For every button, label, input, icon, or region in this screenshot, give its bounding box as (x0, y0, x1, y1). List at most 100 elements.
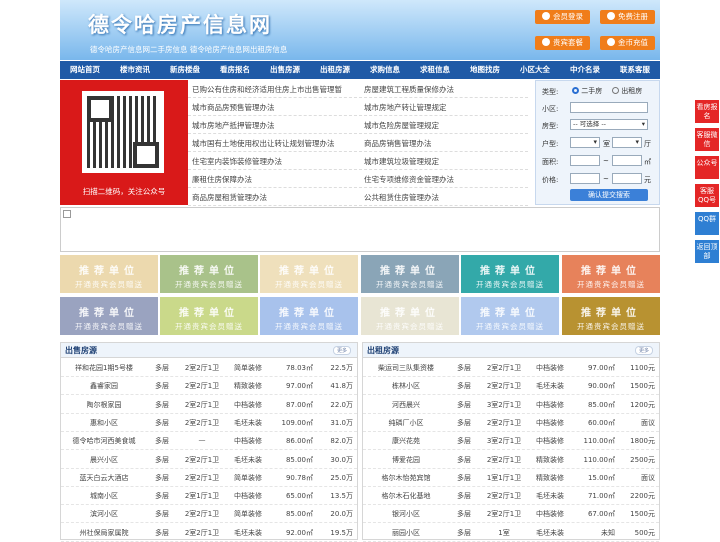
listing-name[interactable]: 柴运司三队集资楼 (367, 363, 445, 373)
policy-link[interactable]: 城市商品房预售管理办法 (192, 102, 275, 113)
register-button[interactable]: 免费注册 (600, 10, 655, 24)
nav-communities[interactable]: 小区大全 (510, 61, 560, 79)
room-select[interactable]: ▾ (570, 137, 600, 148)
policy-link[interactable]: 住宅室内装饰装修管理办法 (192, 156, 282, 167)
listing-name[interactable]: 晨兴小区 (65, 455, 143, 465)
listing-name[interactable]: 银河小区 (367, 509, 445, 519)
policy-link[interactable]: 住宅专项维修资金管理办法 (364, 174, 454, 185)
recommend-tile[interactable]: 推荐单位 开通贵宾会员赠送 (60, 255, 158, 293)
listing-row[interactable]: 河西晨兴 多层 3室2厅1卫 中档装修 85.00㎡ 1200元 (363, 396, 659, 414)
listing-name[interactable]: 城南小区 (65, 491, 143, 501)
listing-row[interactable]: 惠和小区 多层 2室2厅1卫 毛坯未装 109.00㎡ 31.0万 (61, 414, 357, 432)
listing-name[interactable]: 鑫睿家园 (65, 381, 143, 391)
policy-link[interactable]: 城市建筑垃圾管理规定 (364, 156, 439, 167)
policy-link[interactable]: 城市房地产抵押管理办法 (192, 120, 275, 131)
listing-name[interactable]: 蓝天白云大酒店 (65, 473, 143, 483)
recommend-tile[interactable]: 推荐单位 开通贵宾会员赠送 (461, 297, 559, 335)
nav-new-homes[interactable]: 新房楼盘 (160, 61, 210, 79)
listing-name[interactable]: 格尔木石化基地 (367, 491, 445, 501)
sidebar-back-to-top[interactable]: 返回顶部 (695, 240, 719, 263)
listing-row[interactable]: 晨兴小区 多层 2室2厅1卫 毛坯未装 85.00㎡ 30.0万 (61, 451, 357, 469)
listing-row[interactable]: 陶尔根家园 多层 2室2厅1卫 中档装修 87.00㎡ 22.0万 (61, 396, 357, 414)
recharge-button[interactable]: 金币充值 (600, 36, 655, 50)
login-button[interactable]: 会员登录 (535, 10, 590, 24)
sale-more-button[interactable]: 更多 (333, 346, 351, 355)
listing-name[interactable]: 陶尔根家园 (65, 400, 143, 410)
recommend-tile[interactable]: 推荐单位 开通贵宾会员赠送 (461, 255, 559, 293)
area-min-input[interactable] (570, 155, 600, 166)
listing-name[interactable]: 祥和花园1期5号楼 (65, 363, 143, 373)
recommend-tile[interactable]: 推荐单位 开通贵宾会员赠送 (361, 297, 459, 335)
listing-row[interactable]: 纯磷厂小区 多层 2室2厅1卫 中档装修 60.00㎡ 面议 (363, 414, 659, 432)
recommend-tile[interactable]: 推荐单位 开通贵宾会员赠送 (361, 255, 459, 293)
nav-agents[interactable]: 中介名录 (560, 61, 610, 79)
hall-select[interactable]: ▾ (612, 137, 642, 148)
recommend-tile[interactable]: 推荐单位 开通贵宾会员赠送 (260, 255, 358, 293)
listing-row[interactable]: 格尔木石化基地 多层 2室2厅1卫 毛坯未装 71.00㎡ 2200元 (363, 487, 659, 506)
type-radio-rent[interactable]: 出租房 (612, 86, 642, 96)
listing-name[interactable]: 博爱花园 (367, 455, 445, 465)
policy-link[interactable]: 房屋建筑工程质量保修办法 (364, 84, 454, 95)
policy-link[interactable]: 城市危险房屋管理规定 (364, 120, 439, 131)
community-input[interactable] (570, 102, 648, 113)
recommend-tile[interactable]: 推荐单位 开通贵宾会员赠送 (260, 297, 358, 335)
listing-row[interactable]: 丽园小区 多层 1室 毛坯未装 未知 500元 (363, 524, 659, 542)
nav-wanted-rent[interactable]: 求租信息 (410, 61, 460, 79)
vip-package-button[interactable]: 贵宾套餐 (535, 36, 590, 50)
listing-row[interactable]: 博爱花园 多层 2室2厅1卫 精致装修 110.00㎡ 2500元 (363, 451, 659, 469)
listing-row[interactable]: 蓝天白云大酒店 多层 2室2厅1卫 简单装修 90.78㎡ 25.0万 (61, 469, 357, 487)
listing-row[interactable]: 城南小区 多层 2室1厅1卫 中档装修 65.00㎡ 13.5万 (61, 487, 357, 506)
listing-name[interactable]: 滨河小区 (65, 509, 143, 519)
policy-link[interactable]: 商品房屋租赁管理办法 (192, 192, 267, 203)
search-submit-button[interactable]: 确认提交搜索 (570, 189, 648, 201)
listing-row[interactable]: 康兴花苑 多层 3室2厅1卫 中档装修 110.00㎡ 1800元 (363, 432, 659, 451)
listing-name[interactable]: 惠和小区 (65, 418, 143, 428)
sidebar-qq-service[interactable]: 客服QQ号 (695, 184, 719, 207)
listing-name[interactable]: 河西晨兴 (367, 400, 445, 410)
house-type-select[interactable]: -- 可选择 -- ▾ (570, 119, 648, 130)
recommend-tile[interactable]: 推荐单位 开通贵宾会员赠送 (562, 255, 660, 293)
nav-for-sale[interactable]: 出售房源 (260, 61, 310, 79)
nav-contact[interactable]: 联系客服 (610, 61, 660, 79)
nav-news[interactable]: 楼市资讯 (110, 61, 160, 79)
policy-link[interactable]: 公共租赁住房管理办法 (364, 192, 439, 203)
listing-name[interactable]: 纯磷厂小区 (367, 418, 445, 428)
rent-more-button[interactable]: 更多 (635, 346, 653, 355)
nav-map-search[interactable]: 地图找房 (460, 61, 510, 79)
listing-row[interactable]: 祥和花园1期5号楼 多层 2室2厅1卫 简单装修 78.03㎡ 22.5万 (61, 359, 357, 377)
nav-wanted-buy[interactable]: 求购信息 (360, 61, 410, 79)
policy-link[interactable]: 商品房销售管理办法 (364, 138, 432, 149)
listing-name[interactable]: 康兴花苑 (367, 436, 445, 446)
listing-name[interactable]: 格尔木怡苑宾馆 (367, 473, 445, 483)
price-min-input[interactable] (570, 173, 600, 184)
area-max-input[interactable] (612, 155, 642, 166)
type-radio-sale[interactable]: 二手房 (572, 86, 602, 96)
policy-link[interactable]: 城市国有土地使用权出让转让规划管理办法 (192, 138, 335, 149)
sidebar-viewing-signup[interactable]: 看房报名 (695, 100, 719, 123)
sidebar-official-account[interactable]: 公众号 (695, 156, 719, 179)
recommend-tile[interactable]: 推荐单位 开通贵宾会员赠送 (160, 297, 258, 335)
listing-name[interactable]: 丽园小区 (367, 528, 445, 538)
listing-row[interactable]: 银河小区 多层 2室2厅1卫 中档装修 67.00㎡ 1500元 (363, 505, 659, 524)
recommend-tile[interactable]: 推荐单位 开通贵宾会员赠送 (562, 297, 660, 335)
listing-name[interactable]: 栋林小区 (367, 381, 445, 391)
nav-for-rent[interactable]: 出租房源 (310, 61, 360, 79)
nav-home[interactable]: 网站首页 (60, 61, 110, 79)
recommend-tile[interactable]: 推荐单位 开通贵宾会员赠送 (60, 297, 158, 335)
listing-row[interactable]: 柴运司三队集资楼 多层 2室2厅1卫 中档装修 97.00㎡ 1100元 (363, 359, 659, 377)
sidebar-qq-group[interactable]: QQ群 (695, 212, 719, 235)
recommend-tile[interactable]: 推荐单位 开通贵宾会员赠送 (160, 255, 258, 293)
listing-row[interactable]: 滨河小区 多层 2室2厅1卫 简单装修 85.00㎡ 20.0万 (61, 505, 357, 524)
listing-name[interactable]: 州社保局家属院 (65, 528, 143, 538)
listing-row[interactable]: 格尔木怡苑宾馆 多层 1室1厅1卫 精致装修 15.00㎡ 面议 (363, 469, 659, 487)
listing-row[interactable]: 鑫睿家园 多层 2室2厅1卫 精致装修 97.00㎡ 41.8万 (61, 377, 357, 396)
listing-name[interactable]: 德令哈市河西美食城 (65, 436, 143, 446)
policy-link[interactable]: 廉租住房保障办法 (192, 174, 252, 185)
nav-viewing-signup[interactable]: 看房报名 (210, 61, 260, 79)
listing-row[interactable]: 栋林小区 多层 2室2厅1卫 毛坯未装 90.00㎡ 1500元 (363, 377, 659, 396)
banner-ad[interactable] (60, 207, 660, 252)
listing-row[interactable]: 德令哈市河西美食城 多层 — 中档装修 86.00㎡ 82.0万 (61, 432, 357, 451)
listing-row[interactable]: 州社保局家属院 多层 2室2厅1卫 毛坯未装 92.00㎡ 19.5万 (61, 524, 357, 542)
qr-banner[interactable]: 扫描二维码，关注公众号 (60, 80, 188, 205)
policy-link[interactable]: 城市房地产转让管理规定 (364, 102, 447, 113)
